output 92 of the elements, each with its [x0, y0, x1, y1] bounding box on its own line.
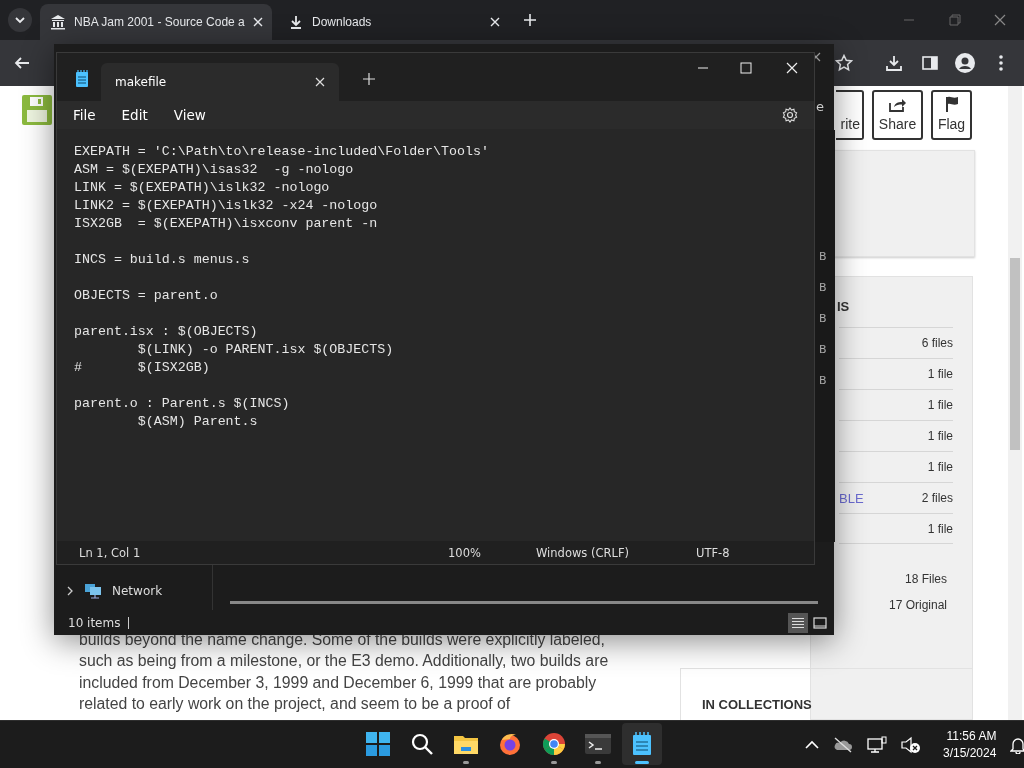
- side-panel-icon[interactable]: [922, 55, 938, 71]
- code-line: # $(ISX2GB): [74, 359, 210, 377]
- code-line: $(LINK) -o PARENT.isx $(OBJECTS): [136, 341, 394, 359]
- toolbar-text[interactable]: e: [816, 99, 824, 114]
- cursor-position: Ln 1, Col 1: [79, 546, 141, 560]
- tab-search-icon[interactable]: [8, 8, 32, 32]
- search-icon: [411, 733, 433, 755]
- file-count: 2 files: [921, 491, 953, 505]
- format-link[interactable]: BLE: [839, 490, 864, 506]
- date: 3/15/2024: [943, 744, 997, 762]
- window-icon: [813, 617, 827, 629]
- code-line: parent.o : Parent.s $(INCS): [74, 395, 290, 413]
- star-icon[interactable]: [835, 54, 853, 72]
- file-row[interactable]: 1 file: [839, 513, 953, 544]
- download-icon[interactable]: [885, 54, 903, 72]
- new-tab-icon[interactable]: [363, 73, 375, 85]
- back-arrow-icon[interactable]: [14, 55, 30, 71]
- time: 11:56 AM: [946, 727, 997, 745]
- file-count: 1 file: [927, 429, 953, 443]
- profile-icon[interactable]: [955, 53, 975, 73]
- terminal-icon: [585, 734, 611, 754]
- file-row[interactable]: 1 file: [839, 358, 953, 389]
- file-size: B: [819, 374, 827, 387]
- menu-item[interactable]: Edit: [121, 107, 148, 123]
- settings-icon[interactable]: [782, 107, 798, 123]
- files-total: 17 Original: [887, 598, 947, 614]
- code-line: $(ASM) Parent.s: [136, 413, 258, 431]
- maximize-icon[interactable]: [740, 62, 752, 74]
- menu-icon[interactable]: [999, 55, 1003, 71]
- file-count: 1 file: [927, 521, 953, 536]
- bell-icon[interactable]: [1010, 735, 1024, 754]
- code-line: ASM = $(EXEPATH)\isas32 -g -nologo: [74, 161, 354, 179]
- browser-tab[interactable]: NBA Jam 2001 - Source Code a: [40, 4, 272, 40]
- text-editor[interactable]: [57, 129, 814, 541]
- code-line: parent.isx : $(OBJECTS): [74, 323, 258, 341]
- chevron-up-icon[interactable]: [805, 739, 819, 750]
- file-row[interactable]: BLE 2 files: [839, 482, 953, 513]
- nav-item[interactable]: Network: [54, 565, 212, 599]
- collections-heading: IN COLLECTIONS: [702, 697, 812, 712]
- network-monitor-icon[interactable]: [867, 735, 887, 754]
- file-count: 1 file: [927, 398, 953, 412]
- taskbar-app[interactable]: [622, 723, 662, 765]
- file-count: 1 file: [927, 460, 953, 474]
- action-button[interactable]: Share: [872, 90, 923, 140]
- network-icon: [84, 583, 102, 599]
- line-ending: Windows (CRLF): [536, 546, 629, 560]
- file-row[interactable]: 6 files: [839, 327, 953, 358]
- file-size: B: [819, 312, 827, 325]
- new-tab-icon[interactable]: [523, 13, 537, 27]
- file-row[interactable]: 1 file: [839, 420, 953, 451]
- code-line: ISX2GB = $(EXEPATH)\isxconv parent -n: [74, 215, 378, 233]
- menu-item[interactable]: File: [73, 107, 96, 123]
- notepad-icon: [75, 70, 89, 88]
- file-size: B: [819, 281, 827, 294]
- building-icon: [50, 14, 66, 30]
- clock[interactable]: 11:56 AM 3/15/2024: [943, 727, 997, 762]
- folder-icon: [453, 733, 479, 755]
- code-line: LINK2 = $(EXEPATH)\islk32 -x24 -nologo: [74, 197, 378, 215]
- file-count: 1 file: [927, 367, 953, 381]
- notepad-icon: [632, 732, 652, 756]
- file-count: 6 files: [921, 336, 953, 350]
- code-line: OBJECTS = parent.o: [74, 287, 218, 305]
- menu-item[interactable]: View: [173, 107, 206, 123]
- file-size: B: [819, 343, 827, 356]
- code-line: INCS = build.s menus.s: [74, 251, 250, 269]
- chrome-icon: [542, 732, 566, 756]
- list-lines-icon: [791, 617, 805, 629]
- cloud-off-icon[interactable]: [833, 736, 853, 753]
- file-tab[interactable]: makefile: [101, 63, 339, 101]
- item-count: 10 items: [68, 616, 121, 630]
- share-icon: [888, 98, 907, 112]
- fox-globe-icon: [498, 732, 522, 756]
- zoom-level: 100%: [448, 546, 481, 560]
- speaker-muted-icon[interactable]: [901, 735, 921, 754]
- browser-tab[interactable]: Downloads: [278, 4, 510, 40]
- file-size: B: [819, 250, 827, 263]
- file-row[interactable]: 1 file: [839, 389, 953, 420]
- encoding: UTF-8: [696, 546, 730, 560]
- windows-logo-icon: [366, 732, 390, 756]
- flag-icon: [944, 96, 959, 112]
- code-line: LINK = $(EXEPATH)\islk32 -nologo: [74, 179, 330, 197]
- panel-heading: IS: [837, 299, 851, 316]
- expand-chevron-icon[interactable]: [66, 586, 74, 596]
- action-button[interactable]: rite: [836, 90, 864, 140]
- download-icon: [288, 14, 304, 30]
- scrollbar[interactable]: [230, 601, 818, 604]
- details-view-button[interactable]: [788, 613, 808, 633]
- files-total: 18 Files: [903, 572, 947, 588]
- action-button[interactable]: Flag: [931, 90, 972, 140]
- code-line: EXEPATH = 'C:\Path\to\release-included\Folder\Tools': [74, 143, 489, 161]
- file-row[interactable]: 1 file: [839, 451, 953, 482]
- scrollbar[interactable]: [1008, 86, 1022, 720]
